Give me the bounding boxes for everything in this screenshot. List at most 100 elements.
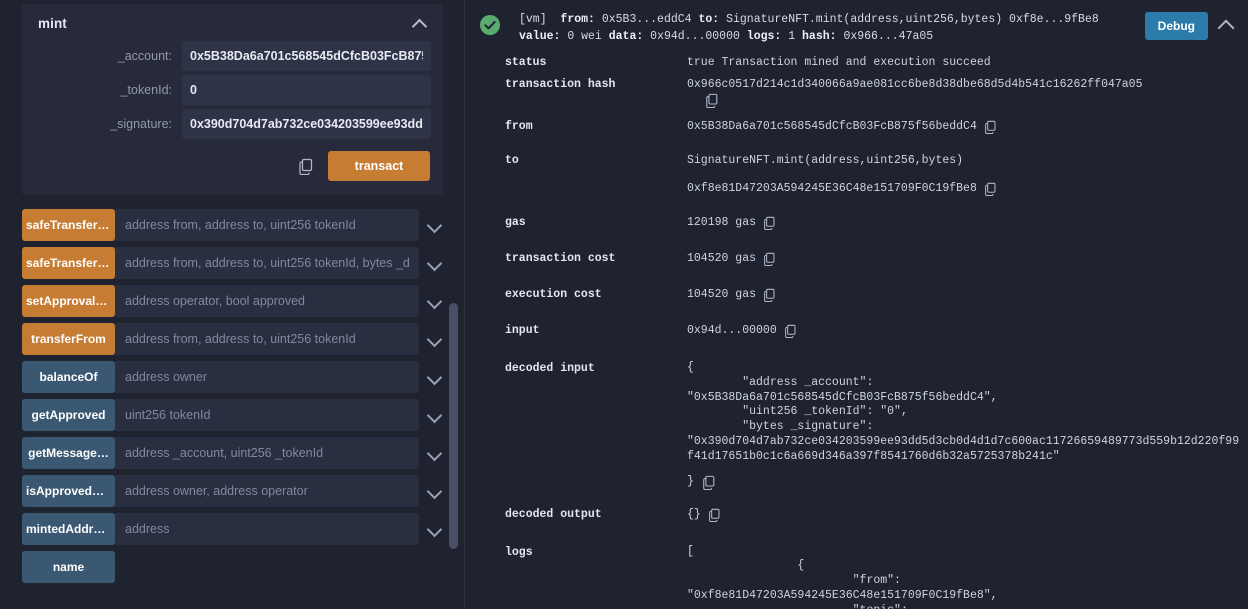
tokenid-field-label: _tokenId: [34,83,182,97]
field-row-signature: _signature: [34,109,431,139]
execution-cost-key: execution cost [479,287,687,303]
summary-value-value: 0 wei [567,30,602,43]
gas-key: gas [479,215,687,231]
function-button[interactable]: safeTransferF… [22,247,115,279]
gas-value: 120198 gas [687,215,756,231]
decoded-input-closing-brace: } [687,475,694,488]
function-row: getMessage… [22,437,443,469]
summary-value-label: value: [519,30,560,43]
chevron-down-icon[interactable] [427,408,441,422]
account-field-label: _account: [34,49,182,63]
function-expand-wrapper [427,437,443,469]
detail-row-transaction-cost: transaction cost 104520 gas [479,251,1240,267]
input-value: 0x94d...00000 [687,323,777,339]
function-button[interactable]: getApproved [22,399,115,431]
summary-hash-value: 0x966...47a05 [843,30,933,43]
tokenid-input[interactable] [182,75,431,105]
chevron-down-icon[interactable] [427,218,441,232]
function-params-input[interactable] [115,361,419,393]
function-params-input[interactable] [115,323,419,355]
chevron-down-icon[interactable] [427,332,441,346]
detail-row-logs: logs [ { "from": "0xf8e81D47203A594245E3… [479,545,1240,609]
chevron-down-icon[interactable] [427,522,441,536]
signature-input[interactable] [182,109,431,139]
field-row-tokenid: _tokenId: [34,75,431,105]
copy-icon[interactable] [784,324,797,338]
execution-cost-value: 104520 gas [687,287,756,303]
function-row: mintedAddre… [22,513,443,545]
function-expand-wrapper [427,247,443,279]
function-row: getApproved [22,399,443,431]
function-button[interactable]: name [22,551,115,583]
function-expand-wrapper [427,513,443,545]
function-button[interactable]: getMessage… [22,437,115,469]
chevron-down-icon[interactable] [427,256,441,270]
function-button[interactable]: isApprovedF… [22,475,115,507]
transaction-summary-text: [vm] from: 0x5B3...eddC4 to: SignatureNF… [519,11,1145,45]
summary-to-label: to: [698,13,719,26]
left-panel-scrollbar-thumb[interactable] [449,303,458,549]
chevron-up-icon[interactable] [413,17,427,31]
summary-from-label: from: [560,13,595,26]
chevron-down-icon[interactable] [427,370,441,384]
function-params-input[interactable] [115,209,419,241]
transact-button[interactable]: transact [328,151,430,181]
function-params-input[interactable] [115,437,419,469]
function-params-input[interactable] [115,285,419,317]
function-params-input[interactable] [115,399,419,431]
transaction-hash-key: transaction hash [479,77,687,93]
signature-field-label: _signature: [34,117,182,131]
chevron-down-icon[interactable] [427,294,441,308]
left-panel-scrollbar[interactable] [448,0,462,609]
function-params-input[interactable] [115,475,419,507]
left-panel-scroll-area: mint _account: _tokenId: _signature: [0,0,465,609]
field-row-account: _account: [34,41,431,71]
chevron-up-icon[interactable] [1218,18,1236,32]
function-row: safeTransferF… [22,247,443,279]
transaction-hash-value: 0x966c0517d214c1d340066a9ae081cc6be8d38d… [687,77,1240,93]
chevron-down-icon[interactable] [427,484,441,498]
copy-icon[interactable] [705,95,719,113]
debug-button[interactable]: Debug [1145,12,1208,40]
decoded-input-value: { "address _account": "0x5B38Da6a701c568… [687,361,1240,465]
detail-row-status: status true Transaction mined and execut… [479,55,1240,71]
to-value-address: 0xf8e81D47203A594245E36C48e151709F0C19fB… [687,181,977,197]
function-button[interactable]: setApprovalF… [22,285,115,317]
to-key: to [479,153,687,169]
function-row: transferFrom [22,323,443,355]
copy-icon[interactable] [984,182,997,196]
function-button[interactable]: mintedAddre… [22,513,115,545]
status-value: true Transaction mined and execution suc… [687,55,1240,71]
copy-icon[interactable] [298,158,314,175]
copy-icon[interactable] [763,288,776,302]
detail-row-decoded-input: decoded input { "address _account": "0x5… [479,361,1240,489]
copy-icon[interactable] [984,120,997,134]
account-input[interactable] [182,41,431,71]
function-expand-wrapper [427,475,443,507]
copy-icon[interactable] [763,216,776,230]
function-params-input[interactable] [115,247,419,279]
logs-value: [ { "from": "0xf8e81D47203A594245E36C48e… [687,545,1149,609]
function-row: setApprovalF… [22,285,443,317]
function-params-input[interactable] [115,513,419,545]
detail-row-gas: gas 120198 gas [479,215,1240,231]
copy-icon[interactable] [708,508,721,522]
mint-card-header[interactable]: mint [34,14,431,41]
mint-function-card: mint _account: _tokenId: _signature: [22,4,443,195]
remix-run-transactions-view: mint _account: _tokenId: _signature: [0,0,1248,609]
transaction-detail-table: status true Transaction mined and execut… [465,55,1248,609]
copy-icon[interactable] [763,252,776,266]
function-button[interactable]: balanceOf [22,361,115,393]
detail-row-execution-cost: execution cost 104520 gas [479,287,1240,303]
function-button[interactable]: transferFrom [22,323,115,355]
contract-interaction-panel: mint _account: _tokenId: _signature: [0,0,465,609]
decoded-output-key: decoded output [479,507,687,523]
function-button[interactable]: safeTransferF… [22,209,115,241]
chevron-down-icon[interactable] [427,446,441,460]
summary-vm-tag: [vm] [519,13,547,26]
function-row: balanceOf [22,361,443,393]
detail-row-transaction-hash: transaction hash 0x966c0517d214c1d340066… [479,77,1240,113]
copy-icon[interactable] [702,475,715,489]
transaction-header: [vm] from: 0x5B3...eddC4 to: SignatureNF… [465,0,1248,45]
contract-function-list: safeTransferF… safeTransferF… setApprovalF… [22,209,443,583]
